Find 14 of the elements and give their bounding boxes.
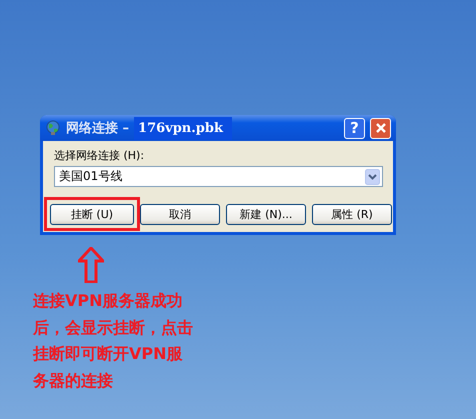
up-arrow-icon — [78, 247, 104, 283]
dialog-button[interactable]: 新建 (N)... — [226, 204, 306, 225]
annotation-text: 连接VPN服务器成功后，会显示挂断，点击挂断即可断开VPN服务器的连接 — [33, 290, 194, 392]
globe-icon — [45, 120, 61, 136]
help-button[interactable]: ? — [344, 118, 365, 138]
close-icon[interactable] — [374, 122, 386, 134]
field-label: 选择网络连接 (H): — [54, 148, 146, 163]
file-name: 176vpn.pbk — [134, 116, 232, 140]
dialog-button[interactable]: 取消 — [140, 204, 220, 225]
dialog-button[interactable]: 挂断 (U) — [50, 204, 134, 225]
dialog-button[interactable]: 属性 (R) — [312, 204, 392, 225]
connection-dropdown[interactable]: 美国01号线 — [54, 166, 383, 187]
close-button[interactable] — [370, 118, 391, 138]
window-title: 网络连接 – — [66, 120, 130, 137]
